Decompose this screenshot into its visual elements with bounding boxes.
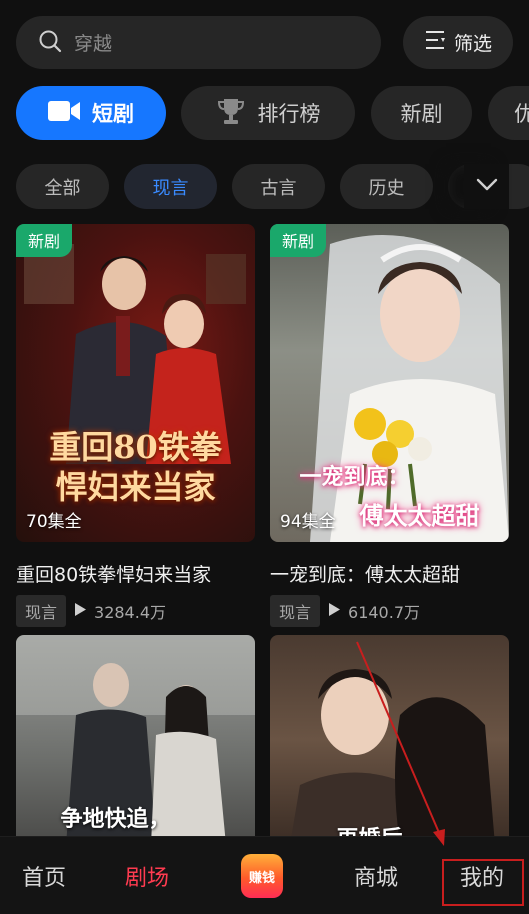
genre-history[interactable]: 历史 <box>340 164 433 209</box>
tab-mine[interactable]: 我的 <box>438 837 526 914</box>
filter-label: 筛选 <box>453 33 492 55</box>
genre-tag: 现言 <box>270 595 321 627</box>
genre-ancient-romance[interactable]: 古言 <box>232 164 325 209</box>
tab-label: 排行榜 <box>257 102 321 126</box>
tab-label: 我的 <box>459 866 504 891</box>
episode-count: 70集全 <box>26 512 82 532</box>
tab-short-drama[interactable]: 短剧 <box>16 86 166 140</box>
tab-new-drama[interactable]: 新剧 <box>371 86 472 140</box>
drama-title[interactable]: 一宠到底：傅太太超甜 <box>270 560 509 587</box>
drama-poster[interactable]: 再婚后 <box>270 635 509 845</box>
category-tabs: 短剧 排行榜 新剧 优 <box>16 86 529 140</box>
poster-title-line-2: 傅太太超甜 <box>359 501 480 530</box>
play-icon <box>74 602 94 621</box>
tab-label: 新剧 <box>400 102 443 126</box>
tab-label: 优 <box>514 102 529 126</box>
tab-ranking[interactable]: 排行榜 <box>181 86 355 140</box>
search-placeholder: 穿越 <box>74 33 113 55</box>
poster-title-line-1: 争地快追， <box>60 806 171 832</box>
search-input[interactable]: 穿越 <box>16 16 381 69</box>
new-badge: 新剧 <box>270 224 327 257</box>
poster-title-line-2: 悍妇来当家 <box>55 468 216 506</box>
genre-tag: 现言 <box>16 595 67 627</box>
tab-mall[interactable]: 商城 <box>332 837 420 914</box>
trophy-icon <box>216 96 258 131</box>
earn-label: 赚钱 <box>248 870 275 886</box>
expand-genres-button[interactable] <box>464 164 509 209</box>
genre-all[interactable]: 全部 <box>16 164 109 209</box>
genre-modern-romance[interactable]: 现言 <box>124 164 217 209</box>
drama-poster[interactable]: 争地快追， <box>16 635 255 845</box>
play-count-value: 3284.4万 <box>94 603 167 622</box>
chevron-down-icon <box>476 177 498 196</box>
poster-title-line-1: 一宠到底： <box>299 464 410 490</box>
genre-label: 现言 <box>152 177 189 199</box>
play-count-value: 6140.7万 <box>348 603 421 622</box>
search-row: 穿越 筛选 <box>16 16 513 69</box>
tab-theater[interactable]: 剧场 <box>103 837 191 914</box>
genre-label: 历史 <box>368 177 405 199</box>
drama-meta: 现言 6140.7万 <box>270 595 509 627</box>
tab-label: 首页 <box>21 866 66 891</box>
drama-card[interactable]: 再婚后 <box>270 635 509 845</box>
drama-card[interactable]: 新剧 一宠到底： 傅太太超甜 94集全 一宠到底：傅太太超甜 现言 6140.7… <box>270 224 509 627</box>
episode-count: 94集全 <box>280 512 336 532</box>
tab-label: 剧场 <box>124 866 169 891</box>
genre-label: 全部 <box>44 177 81 199</box>
drama-poster[interactable]: 新剧 重回80铁拳 悍妇来当家 70集全 <box>16 224 255 542</box>
play-icon <box>328 602 348 621</box>
filter-button[interactable]: 筛选 <box>403 16 513 69</box>
tab-more[interactable]: 优 <box>488 86 529 140</box>
earn-money-button[interactable]: 赚钱 <box>241 854 283 898</box>
genre-label: 古言 <box>260 177 297 199</box>
new-badge: 新剧 <box>16 224 73 257</box>
play-count: 3284.4万 <box>74 599 166 623</box>
filter-icon <box>424 29 454 56</box>
drama-poster[interactable]: 新剧 一宠到底： 傅太太超甜 94集全 <box>270 224 509 542</box>
tab-home[interactable]: 首页 <box>0 837 88 914</box>
drama-title[interactable]: 重回80铁拳悍妇来当家 <box>16 560 255 587</box>
bottom-tab-bar: 首页 剧场 赚钱 商城 我的 <box>0 836 529 914</box>
tab-label: 商城 <box>353 866 398 891</box>
genre-filter-row: 全部 现言 古言 历史 <box>16 164 529 209</box>
drama-card[interactable]: 新剧 重回80铁拳 悍妇来当家 70集全 重回80铁拳悍妇来当家 现言 3284… <box>16 224 255 627</box>
drama-card[interactable]: 争地快追， <box>16 635 255 845</box>
video-camera-icon <box>48 99 92 128</box>
search-icon <box>38 29 62 57</box>
play-count: 6140.7万 <box>328 599 420 623</box>
tab-label: 短剧 <box>92 102 134 126</box>
drama-meta: 现言 3284.4万 <box>16 595 255 627</box>
